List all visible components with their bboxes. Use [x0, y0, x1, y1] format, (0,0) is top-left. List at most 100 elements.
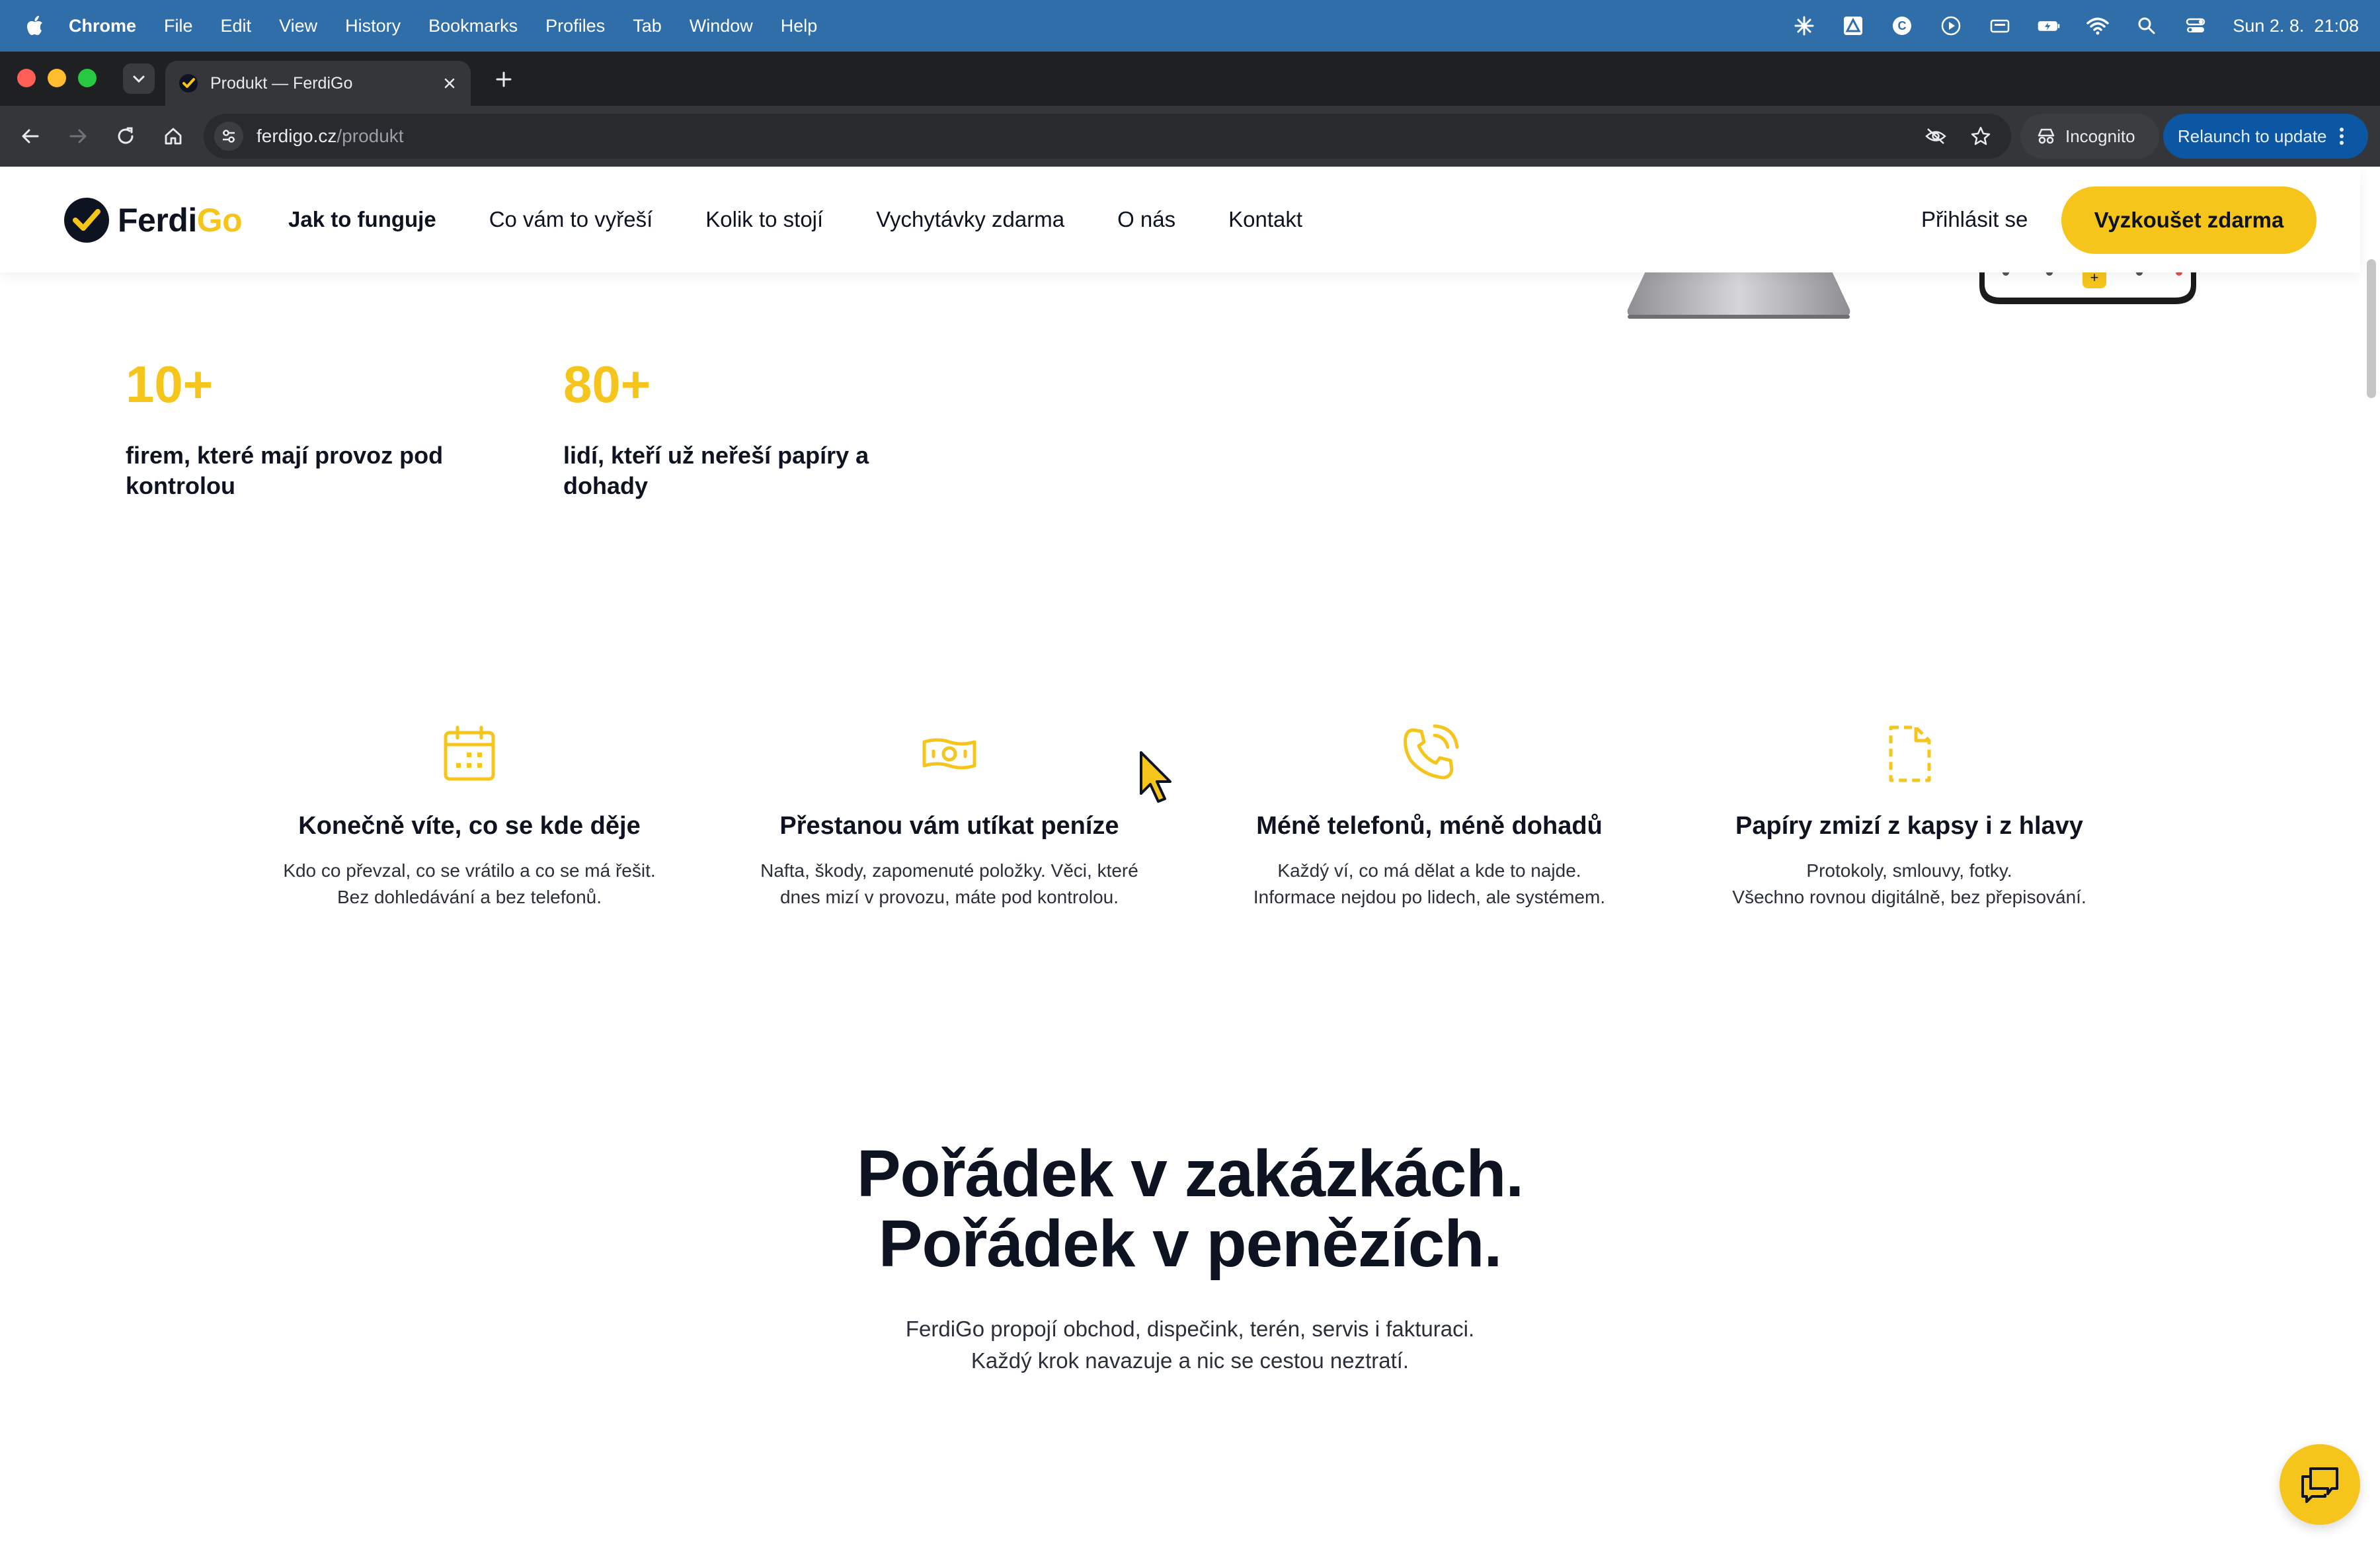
ferdigo-favicon-icon [179, 74, 198, 93]
feature-title: Konečně víte, co se kde děje [298, 812, 641, 840]
tab-search-button[interactable] [123, 63, 155, 94]
feature-text-line: Bez dohledávání a bez telefonů. [337, 887, 602, 907]
feature-text-line: Každý ví, co má dělat a kde to najde. [1277, 860, 1581, 881]
browser-toolbar: ferdigo.cz/produkt Incognito Relaunch to… [0, 106, 2380, 167]
chevron-down-icon [133, 75, 145, 83]
relaunch-label: Relaunch to update [2178, 126, 2327, 146]
incognito-indicator[interactable]: Incognito [2020, 114, 2159, 159]
stat-people: 80+ lidí, kteří už neřeší papíry a dohad… [563, 358, 881, 501]
feature-text: Každý ví, co má dělat a kde to najde. Inf… [1218, 858, 1641, 911]
control-center-icon[interactable] [2184, 14, 2207, 38]
new-tab-button[interactable] [489, 65, 518, 94]
menu-file[interactable]: File [164, 16, 193, 36]
keyboard-status-icon[interactable] [1988, 14, 2012, 38]
feature-text: Kdo co převzal, co se vrátilo a co se má… [258, 858, 681, 911]
imac-stand-image [1627, 267, 1850, 319]
wifi-icon[interactable] [2086, 14, 2110, 38]
stat-description: lidí, kteří už neřeší papíry a dohady [563, 442, 869, 499]
feature-text-line: Protokoly, smlouvy, fotky. [1806, 860, 2012, 881]
nav-link-o-nas[interactable]: O nás [1117, 207, 1175, 232]
try-free-button[interactable]: Vyzkoušet zdarma [2061, 186, 2317, 254]
menu-bookmarks[interactable]: Bookmarks [428, 16, 518, 36]
browser-tab-strip: Produkt — FerdiGo [0, 52, 2380, 106]
drive-status-icon[interactable] [1841, 14, 1865, 38]
document-icon [1889, 725, 1931, 782]
stat-companies: 10+ firem, které mají provoz pod kontrol… [126, 358, 469, 501]
menu-edit[interactable]: Edit [221, 16, 252, 36]
nav-link-kontakt[interactable]: Kontakt [1228, 207, 1302, 232]
feature-text-line: dnes mizí v provozu, máte pod kontrolou. [779, 887, 1119, 907]
page-viewport: + FerdiGo Jak to funguje Co vám to vyřeš… [0, 167, 2380, 1546]
apple-icon[interactable] [25, 15, 45, 37]
macos-menubar: Chrome File Edit View History Bookmarks … [0, 0, 2380, 52]
menu-window[interactable]: Window [690, 16, 753, 36]
feature-text: Nafta, škody, zapomenuté položky. Věci, … [738, 858, 1161, 911]
section-subtext: FerdiGo propojí obchod, dispečink, terén… [0, 1313, 2380, 1377]
sparkle-status-icon[interactable] [1792, 14, 1816, 38]
feature-text-line: Informace nejdou po lidech, ale systémem… [1253, 887, 1606, 907]
menu-history[interactable]: History [345, 16, 401, 36]
nav-link-kolik-to-stoji[interactable]: Kolik to stojí [705, 207, 823, 232]
c-app-status-icon[interactable]: C [1890, 14, 1914, 38]
browser-tab-active[interactable]: Produkt — FerdiGo [165, 61, 471, 106]
page-scrollbar[interactable] [2367, 259, 2376, 398]
nav-link-jak-to-funguje[interactable]: Jak to funguje [288, 207, 436, 232]
phone-call-icon [1404, 724, 1459, 780]
battery-icon[interactable] [2037, 14, 2061, 38]
menu-profiles[interactable]: Profiles [545, 16, 605, 36]
site-info-icon[interactable] [214, 122, 243, 151]
feature-title: Méně telefonů, méně dohadů [1256, 812, 1603, 840]
feature-text: Protokoly, smlouvy, fotky. Všechno rovnou… [1698, 858, 2121, 911]
more-vert-icon [2339, 128, 2344, 145]
heading-line: Pořádek v penězích. [878, 1207, 1502, 1281]
menu-chrome[interactable]: Chrome [69, 16, 136, 36]
address-bar[interactable]: ferdigo.cz/produkt [204, 114, 2011, 159]
login-link[interactable]: Přihlásit se [1921, 167, 2028, 272]
logo-check-icon [64, 198, 109, 243]
nav-link-vychytavky-zdarma[interactable]: Vychytávky zdarma [876, 207, 1064, 232]
menu-view[interactable]: View [279, 16, 317, 36]
menubar-clock[interactable]: Sun 2. 8. 21:08 [2233, 16, 2359, 36]
feature-visibility: Konečně víte, co se kde děje Kdo co přev… [258, 723, 681, 911]
incognito-icon [2038, 128, 2055, 144]
menu-tab[interactable]: Tab [633, 16, 662, 36]
mouse-pointer-icon [1140, 751, 1171, 803]
back-button[interactable] [15, 120, 46, 152]
chat-bubble-icon [2301, 1467, 2338, 1503]
window-zoom-button[interactable] [78, 69, 97, 87]
tab-title: Produkt — FerdiGo [210, 73, 353, 93]
window-close-button[interactable] [17, 69, 36, 87]
forward-button[interactable] [62, 120, 94, 152]
svg-text:C: C [1898, 19, 1907, 32]
reload-button[interactable] [110, 120, 141, 152]
feature-title: Papíry zmizí z kapsy i z hlavy [1735, 812, 2083, 840]
stat-number: 10+ [126, 355, 214, 413]
logo-ferdi: Ferdi [118, 202, 197, 239]
logo-wordmark: FerdiGo [118, 201, 243, 239]
arrow-left-icon [22, 129, 39, 143]
play-status-icon[interactable] [1939, 14, 1963, 38]
relaunch-to-update-button[interactable]: Relaunch to update [2163, 114, 2368, 159]
window-minimize-button[interactable] [48, 69, 66, 87]
feature-money: Přestanou vám utíkat peníze Nafta, škody… [738, 723, 1161, 911]
stat-number: 80+ [563, 355, 651, 413]
chat-widget-button[interactable] [2280, 1444, 2360, 1525]
url-host: ferdigo.cz [257, 126, 337, 146]
eye-off-icon[interactable] [1921, 122, 1950, 151]
ferdigo-logo[interactable]: FerdiGo [63, 197, 243, 243]
feature-title: Přestanou vám utíkat peníze [779, 812, 1119, 840]
feature-text-line: Všechno rovnou digitálně, bez přepisován… [1732, 887, 2086, 907]
menu-help[interactable]: Help [781, 16, 818, 36]
stat-description: firem, které mají provoz pod kontrolou [126, 442, 444, 499]
banknote-icon [922, 738, 976, 770]
spotlight-search-icon[interactable] [2135, 14, 2159, 38]
nav-link-co-vam-to-vyresi[interactable]: Co vám to vyřeší [489, 207, 653, 232]
bookmark-star-icon[interactable] [1966, 122, 1995, 151]
home-button[interactable] [157, 120, 189, 152]
url-text[interactable]: ferdigo.cz/produkt [257, 126, 1921, 147]
tab-close-icon[interactable] [436, 70, 463, 97]
section-heading: Pořádek v zakázkách. Pořádek v penězích. [0, 1139, 2380, 1279]
logo-go: Go [196, 202, 243, 239]
incognito-label: Incognito [2065, 126, 2135, 146]
url-path: /produkt [337, 126, 404, 146]
